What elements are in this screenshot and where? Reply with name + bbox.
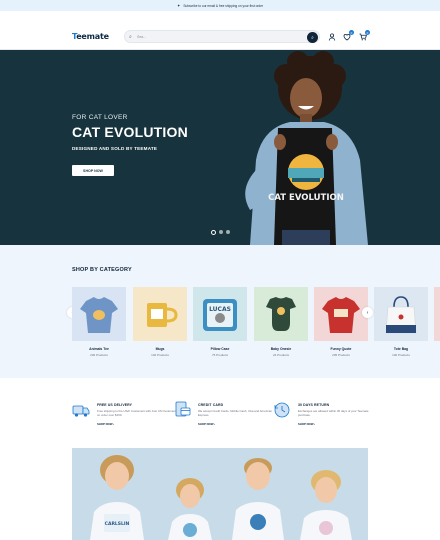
feature-description: Exchanges are allowed within 30 days of … (298, 409, 369, 417)
category-card[interactable]: Baby Onesie 24 Products (254, 287, 308, 357)
page: ✦ Subscribe to our email & free shipping… (0, 0, 440, 540)
delivery-truck-icon (72, 405, 90, 417)
category-image[interactable] (374, 287, 428, 341)
category-image[interactable] (133, 287, 187, 341)
hero-banner: FOR CAT LOVER CAT EVOLUTION DESIGNED AND… (0, 50, 440, 245)
return-icon (274, 402, 290, 418)
hero-dot-1[interactable] (211, 229, 216, 235)
category-next-card-peek (434, 287, 440, 341)
feature-shop-now-link[interactable]: SHOP NOW › (97, 422, 114, 426)
category-card[interactable]: LUCAS Pillow Case 75 Products (193, 287, 247, 357)
feature-title: FREE US DELIVERY (97, 403, 133, 407)
pillow-text: LUCAS (209, 306, 231, 313)
category-card[interactable]: Mugs 102 Products (133, 287, 187, 357)
shop-now-button[interactable]: SHOP NOW (72, 165, 114, 176)
category-name[interactable]: Animals Tee (72, 347, 126, 351)
announcement-bar: ✦ Subscribe to our email & free shipping… (0, 0, 440, 11)
feature-title: 30 DAYS RETURN (298, 403, 330, 407)
feature-title: CREDIT CARD (198, 403, 224, 407)
feature-description: We accept Credit Cards, Mobile Cash, Vis… (198, 409, 272, 417)
search-icon: ⌕ (129, 34, 132, 40)
category-count: 102 Products (151, 353, 169, 357)
credit-card-icon (175, 401, 191, 417)
announcement-text: Subscribe to our email & free shipping o… (183, 3, 264, 8)
kids-photo: CARLSLIN (90, 455, 352, 540)
category-name[interactable]: Tote Bag (374, 347, 428, 351)
category-card[interactable]: Tote Bag 100 Products (374, 287, 428, 357)
feature-shop-now-link[interactable]: SHOP NOW › (198, 422, 215, 426)
category-count: 205 Products (332, 353, 350, 357)
category-section: SHOP BY CATEGORY ‹ Animals Tee 200 Produ… (0, 245, 440, 378)
feature-shop-now-link[interactable]: SHOP NOW › (298, 422, 315, 426)
category-count: 200 Products (90, 353, 108, 357)
hero-pagination (211, 229, 230, 235)
category-card[interactable]: Funny Quote 205 Products (314, 287, 368, 357)
category-card[interactable]: Animals Tee 200 Products (72, 287, 126, 357)
logo[interactable]: Teemate (72, 32, 109, 41)
feature-description: Free shipping to the USA! Customers with… (97, 409, 177, 417)
cart-count: 0 (365, 30, 370, 35)
category-image[interactable] (72, 287, 126, 341)
category-image[interactable]: LUCAS (193, 287, 247, 341)
hero-title: CAT EVOLUTION (72, 124, 188, 140)
hero-subtitle: DESIGNED AND SOLD BY TEEMATE (72, 146, 158, 151)
category-name[interactable]: Mugs (133, 347, 187, 351)
header: Teemate ⌕ Sea... ⌕ 0 0 (0, 11, 440, 49)
category-title: SHOP BY CATEGORY (72, 267, 132, 273)
kids-banner-image: CARLSLIN (72, 448, 368, 540)
hero-model-image: CAT EVOLUTION (245, 51, 368, 245)
category-name[interactable]: Funny Quote (314, 347, 368, 351)
category-count: 75 Products (211, 353, 228, 357)
wishlist-count: 0 (349, 30, 354, 35)
category-count: 24 Products (272, 353, 289, 357)
category-image[interactable] (254, 287, 308, 341)
logo-text: eemate (76, 32, 109, 41)
hero-shirt-text: CAT EVOLUTION (268, 193, 344, 203)
cart-icon[interactable]: 0 (358, 30, 370, 41)
kid-shirt-text: CARLSLIN (105, 521, 130, 527)
search-input[interactable]: Sea... (137, 35, 146, 39)
hero-dot-3[interactable] (226, 230, 230, 234)
search-button[interactable]: ⌕ (307, 32, 318, 43)
search-bar: ⌕ Sea... ⌕ (124, 30, 320, 43)
category-name[interactable]: Pillow Case (193, 347, 247, 351)
category-image[interactable] (314, 287, 368, 341)
hero-dot-2[interactable] (219, 230, 223, 234)
wishlist-icon[interactable]: 0 (342, 30, 354, 41)
hero-eyebrow: FOR CAT LOVER (72, 114, 128, 121)
category-next-arrow[interactable]: › (362, 307, 373, 318)
star-icon: ✦ (176, 3, 181, 8)
account-icon[interactable] (327, 32, 336, 41)
category-count: 100 Products (392, 353, 410, 357)
category-name[interactable]: Baby Onesie (254, 347, 308, 351)
